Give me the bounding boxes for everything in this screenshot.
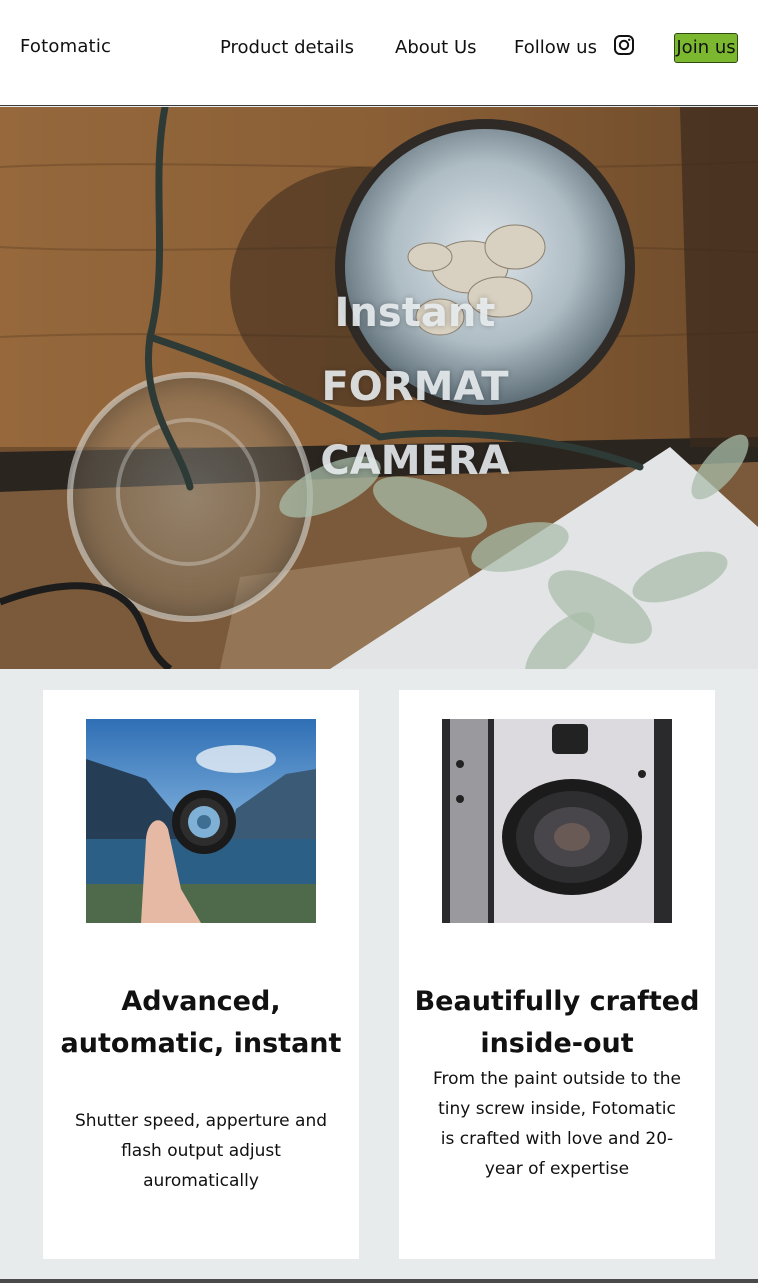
join-us-button[interactable]: Join us [674,33,738,63]
camera-lens-photo [442,719,672,923]
feature-card-crafted: Beautifully crafted inside-out From the … [399,690,715,1259]
card-description: From the paint outside to the tiny screw… [432,1069,682,1179]
hero-banner: Instant FORMAT CAMERA [0,107,758,669]
nav-follow-us: Follow us [514,37,597,58]
hero-title-line1: Instant [334,290,496,336]
site-header: Fotomatic Product details About Us Follo… [0,0,758,106]
hero-title-line3: CAMERA [320,438,510,484]
card-title: Beautifully crafted inside-out [414,986,700,1059]
hero-title-line2: FORMAT [321,364,509,410]
card-title: Advanced, automatic, instant [60,986,342,1059]
nav-about-us[interactable]: About Us [395,37,477,58]
feature-card-automatic: Advanced, automatic, instant Shutter spe… [43,690,359,1259]
instagram-icon[interactable] [613,34,635,56]
lens-lake-photo [86,719,316,923]
card-description: Shutter speed, apperture and flash outpu… [74,1111,328,1191]
nav-product-details[interactable]: Product details [220,37,354,58]
brand-logo[interactable]: Fotomatic [20,36,111,57]
footer-divider [0,1279,758,1283]
